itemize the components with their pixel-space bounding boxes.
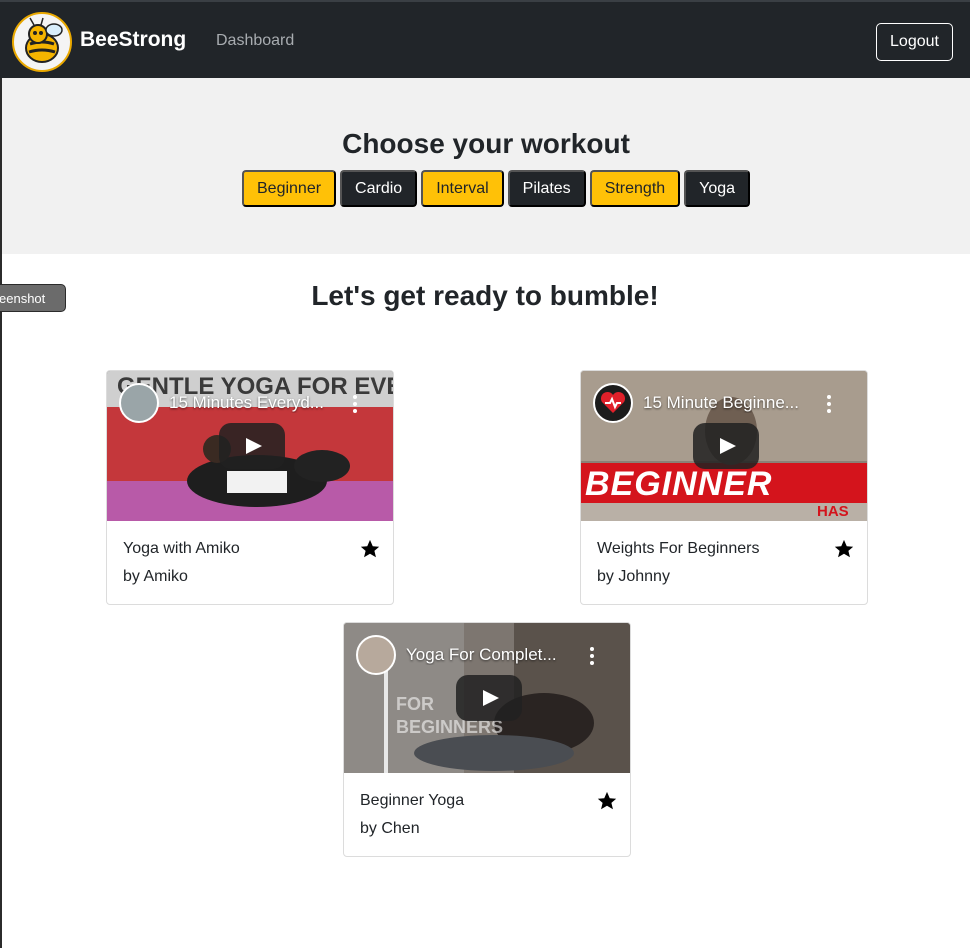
- more-options-icon[interactable]: [353, 395, 357, 413]
- workout-card: GENTLE YOGA FOR EVERYONE 15 Minutes Ever…: [106, 370, 394, 605]
- brand-name[interactable]: BeeStrong: [80, 28, 186, 52]
- thumbnail-caption: BEGINNER: [585, 465, 773, 503]
- star-icon[interactable]: [596, 790, 618, 812]
- video-thumbnail[interactable]: BEGINNER HAS 15 Minute Beginne...: [581, 371, 867, 521]
- card-title: Beginner Yoga: [360, 792, 465, 809]
- filter-button-strength[interactable]: Strength: [589, 170, 681, 207]
- filter-button-beginner[interactable]: Beginner: [242, 170, 337, 207]
- video-title[interactable]: 15 Minutes Everyd...: [169, 393, 349, 413]
- play-icon[interactable]: [219, 423, 285, 469]
- card-author: by Chen: [360, 820, 420, 837]
- video-title[interactable]: 15 Minute Beginne...: [643, 393, 823, 413]
- bee-logo-icon[interactable]: [12, 12, 72, 72]
- card-author: by Johnny: [597, 568, 670, 585]
- filter-button-cardio[interactable]: Cardio: [340, 170, 418, 207]
- star-icon[interactable]: [359, 538, 381, 560]
- video-thumbnail[interactable]: FOR BEGINNERS Yoga For Complet...: [344, 623, 630, 773]
- channel-avatar: [356, 635, 396, 675]
- workout-filter-section: Choose your workout Beginner Cardio Inte…: [2, 78, 970, 254]
- play-icon[interactable]: [693, 423, 759, 469]
- filter-button-interval[interactable]: Interval: [421, 170, 504, 207]
- card-title: Weights For Beginners: [597, 540, 760, 557]
- logout-button[interactable]: Logout: [876, 23, 953, 61]
- more-options-icon[interactable]: [827, 395, 831, 413]
- filter-button-pilates[interactable]: Pilates: [507, 170, 586, 207]
- channel-avatar: [119, 383, 159, 423]
- channel-avatar: [593, 383, 633, 423]
- play-icon[interactable]: [456, 675, 522, 721]
- workout-card: BEGINNER HAS 15 Minute Beginne... Weight…: [580, 370, 868, 605]
- more-options-icon[interactable]: [590, 647, 594, 665]
- top-navbar: BeeStrong Dashboard Logout: [0, 0, 970, 78]
- workout-card: FOR BEGINNERS Yoga For Complet... Beginn…: [343, 622, 631, 857]
- section-title: Let's get ready to bumble!: [311, 280, 659, 311]
- star-icon[interactable]: [833, 538, 855, 560]
- workout-filter-buttons: Beginner Cardio Interval Pilates Strengt…: [242, 170, 751, 207]
- nav-link-dashboard[interactable]: Dashboard: [216, 32, 294, 50]
- card-title: Yoga with Amiko: [123, 540, 240, 557]
- card-author: by Amiko: [123, 568, 188, 585]
- video-thumbnail[interactable]: GENTLE YOGA FOR EVERYONE 15 Minutes Ever…: [107, 371, 393, 521]
- hero-title: Choose your workout: [342, 128, 630, 159]
- filter-button-yoga[interactable]: Yoga: [684, 170, 751, 207]
- video-title[interactable]: Yoga For Complet...: [406, 645, 586, 665]
- thumbnail-caption-small: HAS: [817, 503, 849, 520]
